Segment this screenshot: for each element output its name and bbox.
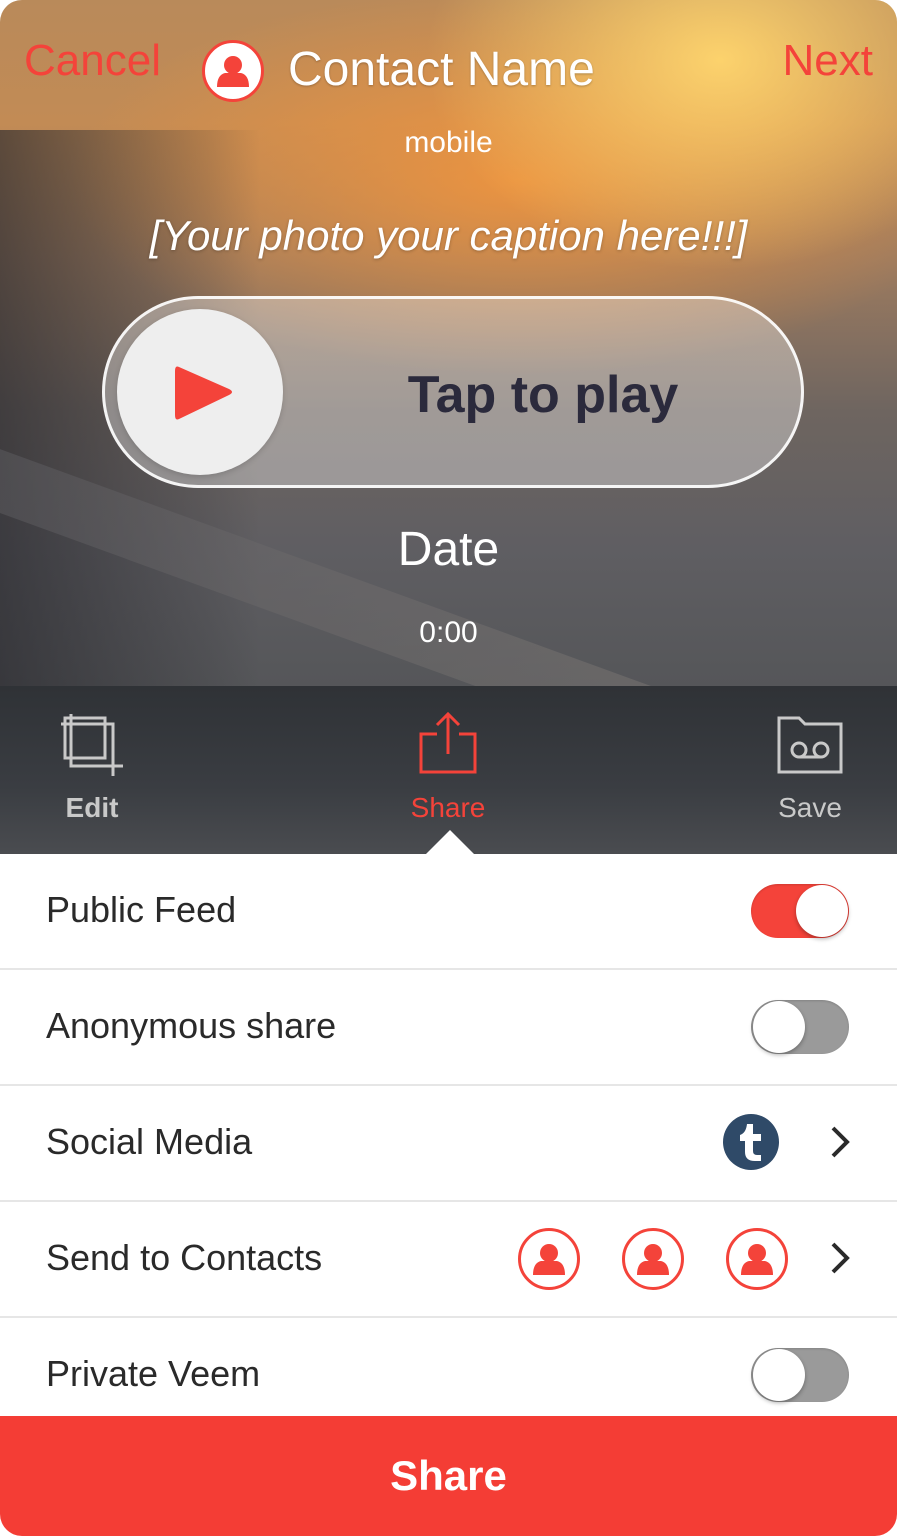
chevron-right-icon[interactable] [829, 1124, 851, 1160]
chevron-right-icon[interactable] [829, 1240, 851, 1276]
action-toolbar: Edit Share Save [0, 686, 897, 854]
play-icon [175, 366, 232, 420]
anonymous-share-row: Anonymous share [0, 970, 897, 1086]
share-tab[interactable]: Share [378, 710, 518, 830]
public-feed-label: Public Feed [46, 889, 237, 930]
anonymous-share-toggle[interactable] [751, 1000, 849, 1054]
date-label: Date [397, 523, 500, 576]
edit-tab[interactable]: Edit [22, 710, 162, 830]
save-label: Save [778, 792, 842, 823]
share-screen: Cancel Contact Name Next mobile [Your ph… [0, 0, 897, 1536]
toggle-knob [753, 1349, 805, 1401]
social-media-row[interactable]: Social Media [0, 1086, 897, 1202]
active-tab-pointer [426, 830, 474, 854]
private-veem-toggle[interactable] [751, 1348, 849, 1402]
anonymous-share-label: Anonymous share [46, 1005, 337, 1046]
toggle-knob [753, 1001, 805, 1053]
edit-label: Edit [65, 792, 119, 823]
public-feed-row: Public Feed [0, 854, 897, 970]
tumblr-icon[interactable] [723, 1114, 779, 1170]
share-options-list: Public Feed Anonymous share Social Media [0, 854, 897, 1434]
private-veem-label: Private Veem [46, 1353, 261, 1394]
duration-label: 0:00 [419, 616, 478, 649]
send-to-contacts-row[interactable]: Send to Contacts [0, 1202, 897, 1318]
share-tab-label: Share [410, 792, 486, 823]
contact-icon[interactable] [518, 1228, 580, 1290]
contact-name-title: Contact Name [288, 43, 595, 96]
share-button[interactable]: Share [0, 1416, 897, 1536]
voicemail-folder-icon [777, 716, 843, 774]
social-media-label: Social Media [46, 1121, 253, 1162]
share-upload-icon [419, 711, 477, 774]
contact-icon[interactable] [622, 1228, 684, 1290]
play-button[interactable] [117, 309, 283, 475]
contact-icon[interactable] [726, 1228, 788, 1290]
save-tab[interactable]: Save [740, 710, 880, 830]
toggle-knob [796, 885, 848, 937]
contact-avatar-icon [202, 40, 264, 102]
audio-player[interactable]: Tap to play [102, 296, 804, 488]
cancel-button[interactable]: Cancel [24, 36, 161, 86]
tap-to-play-label: Tap to play [407, 366, 679, 424]
public-feed-toggle[interactable] [751, 884, 849, 938]
send-to-contacts-label: Send to Contacts [46, 1237, 323, 1278]
crop-icon [61, 714, 123, 776]
photo-caption[interactable]: [Your photo your caption here!!!] [0, 212, 897, 260]
next-button[interactable]: Next [783, 36, 873, 86]
contact-subtitle: mobile [404, 126, 493, 159]
